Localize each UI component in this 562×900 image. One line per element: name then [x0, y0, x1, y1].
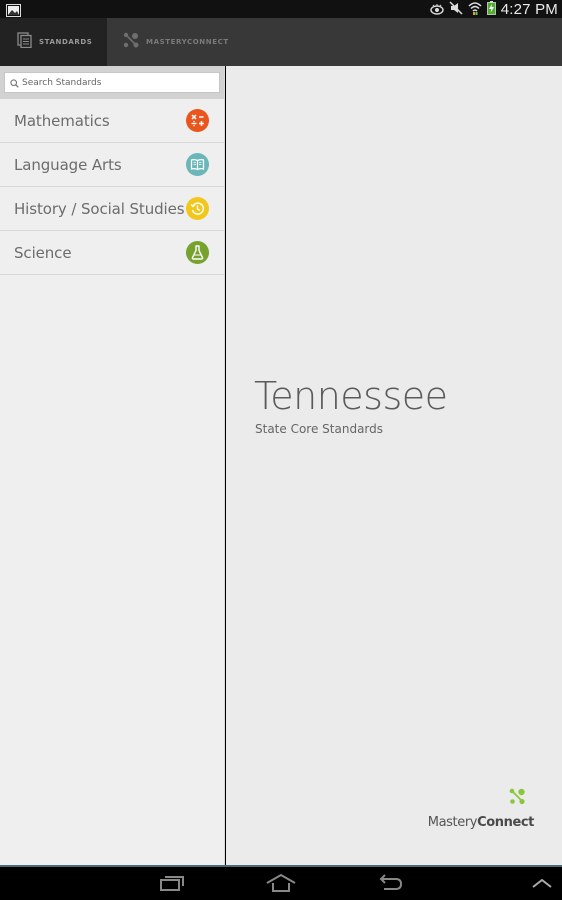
- math-operators-icon: [186, 109, 209, 132]
- sidebar-item-mathematics[interactable]: Mathematics: [0, 99, 224, 143]
- menu-up-button[interactable]: [530, 873, 554, 897]
- home-button[interactable]: [265, 873, 297, 897]
- state-subtitle: State Core Standards: [255, 422, 384, 436]
- home-icon: [266, 873, 296, 892]
- masteryconnect-logo-icon: [123, 32, 140, 52]
- tab-masteryconnect-label: MASTERYCONNECT: [146, 38, 229, 46]
- search-icon: [10, 73, 19, 92]
- state-title: Tennessee: [254, 374, 448, 418]
- top-navigation: STANDARDS MASTERYCONNECT: [0, 18, 562, 66]
- tab-standards-label: STANDARDS: [39, 38, 93, 46]
- search-input[interactable]: [22, 77, 212, 88]
- system-navigation-bar: [0, 867, 562, 900]
- sidebar-item-label: Science: [14, 243, 72, 262]
- history-clock-icon: [186, 197, 209, 220]
- masteryconnect-logo-icon: [428, 788, 526, 809]
- recent-apps-icon: [160, 876, 184, 891]
- sidebar-item-science[interactable]: Science: [0, 231, 224, 275]
- search-box[interactable]: [4, 72, 220, 93]
- main-panel: Tennessee State Core Standards MasteryCo…: [226, 66, 562, 866]
- documents-icon: [17, 32, 33, 52]
- sidebar-item-label: Language Arts: [14, 155, 122, 174]
- brand-wordmark: MasteryConnect: [427, 815, 535, 830]
- sidebar-item-label: History / Social Studies: [14, 199, 185, 218]
- brand-wordmark-part1: Mastery: [427, 815, 478, 830]
- back-icon: [379, 874, 403, 890]
- recent-apps-button[interactable]: [158, 873, 186, 897]
- sidebar: Mathematics Language Arts History / Soci…: [0, 66, 225, 866]
- brand-wordmark-part2: Connect: [477, 815, 534, 830]
- back-button[interactable]: [376, 873, 404, 897]
- flask-icon: [186, 241, 209, 264]
- mute-icon: [449, 0, 463, 19]
- status-bar: 4:27 PM: [0, 0, 562, 18]
- sidebar-item-language-arts[interactable]: Language Arts: [0, 143, 224, 187]
- eye-icon: [430, 0, 444, 19]
- open-book-icon: [186, 153, 209, 176]
- tab-standards[interactable]: STANDARDS: [0, 18, 107, 66]
- chevron-up-icon: [532, 878, 552, 888]
- sidebar-item-history-social-studies[interactable]: History / Social Studies: [0, 187, 224, 231]
- masteryconnect-brand: MasteryConnect: [428, 788, 534, 830]
- tab-masteryconnect[interactable]: MASTERYCONNECT: [107, 18, 237, 66]
- battery-charging-icon: [486, 0, 496, 19]
- sidebar-item-label: Mathematics: [14, 111, 110, 130]
- search-bar: [0, 66, 224, 99]
- wifi-icon: [468, 0, 482, 19]
- status-time: 4:27 PM: [500, 0, 558, 18]
